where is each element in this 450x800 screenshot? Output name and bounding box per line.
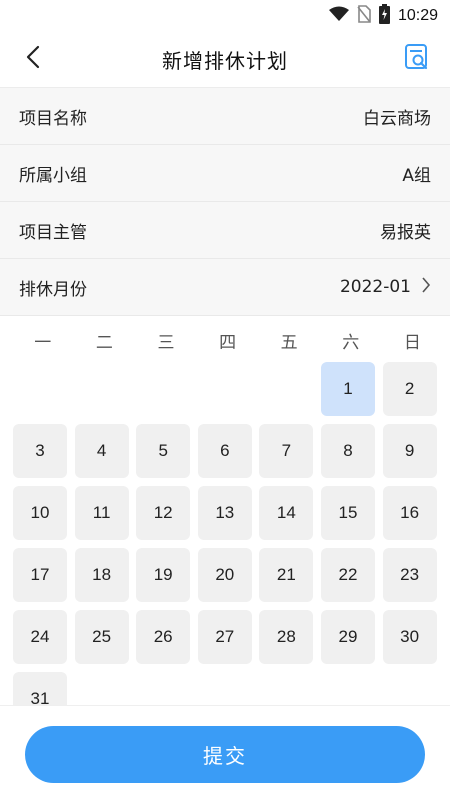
chevron-right-icon	[421, 276, 431, 299]
calendar-day[interactable]: 21	[259, 548, 314, 602]
manager-row[interactable]: 项目主管 易报英	[0, 202, 450, 259]
calendar-day[interactable]: 9	[382, 424, 437, 478]
calendar-day[interactable]: 24	[13, 610, 67, 664]
month-selector[interactable]: 2022-01	[340, 276, 431, 299]
status-bar: 10:29	[0, 0, 450, 32]
calendar-day[interactable]: 5	[136, 424, 191, 478]
calendar-day[interactable]: 2	[382, 362, 437, 416]
calendar-day[interactable]: 7	[259, 424, 314, 478]
search-record-button[interactable]	[402, 43, 432, 75]
back-button[interactable]	[18, 44, 48, 74]
calendar-day[interactable]: 18	[74, 548, 129, 602]
group-label: 所属小组	[19, 165, 87, 186]
calendar-day[interactable]: 6	[197, 424, 252, 478]
manager-label: 项目主管	[19, 222, 87, 243]
calendar-day[interactable]: 29	[321, 610, 375, 664]
wifi-icon	[328, 6, 349, 26]
weekday-label: 五	[280, 332, 298, 353]
calendar-day[interactable]: 8	[321, 424, 375, 478]
page-title: 新增排休计划	[162, 49, 288, 73]
project-name-value: 白云商场	[363, 108, 431, 129]
calendar-day[interactable]: 13	[197, 486, 252, 540]
weekday-label: 一	[34, 332, 52, 353]
no-sim-icon	[357, 5, 371, 27]
calendar-day[interactable]: 10	[13, 486, 67, 540]
submit-button[interactable]: 提交	[25, 726, 425, 783]
month-row[interactable]: 排休月份 2022-01	[0, 259, 450, 316]
calendar-day[interactable]: 3	[13, 424, 67, 478]
calendar-day[interactable]: 14	[259, 486, 314, 540]
calendar-day[interactable]: 25	[74, 610, 129, 664]
calendar-day[interactable]: 15	[321, 486, 375, 540]
project-name-row[interactable]: 项目名称 白云商场	[0, 88, 450, 145]
calendar-day[interactable]: 27	[197, 610, 252, 664]
calendar: 一 二 三 四 五 六 日 1 2 3 4 5 6 7 8 9 10 11 12 13 14 15 16 17 1…	[0, 318, 450, 705]
calendar-day[interactable]: 16	[382, 486, 437, 540]
status-time: 10:29	[397, 7, 438, 24]
month-label: 排休月份	[19, 279, 87, 300]
calendar-day[interactable]: 31	[13, 672, 67, 705]
calendar-day[interactable]: 4	[74, 424, 129, 478]
weekday-label: 四	[219, 332, 237, 353]
calendar-day[interactable]: 23	[382, 548, 437, 602]
weekday-label: 二	[95, 332, 113, 353]
search-document-icon	[404, 43, 430, 75]
calendar-day[interactable]: 1	[321, 362, 375, 416]
app-header: 新增排休计划	[0, 32, 450, 88]
group-row[interactable]: 所属小组 A组	[0, 145, 450, 202]
calendar-day[interactable]: 12	[136, 486, 191, 540]
calendar-day[interactable]: 26	[136, 610, 191, 664]
group-value: A组	[402, 165, 431, 186]
plan-form: 项目名称 白云商场 所属小组 A组 项目主管 易报英 排休月份 2022-01	[0, 88, 450, 316]
back-icon	[25, 45, 41, 73]
calendar-day[interactable]: 19	[136, 548, 191, 602]
month-value: 2022-01	[339, 277, 411, 297]
footer: 提交	[0, 705, 450, 800]
project-name-label: 项目名称	[19, 108, 87, 129]
manager-value: 易报英	[380, 222, 431, 243]
battery-charging-icon	[378, 4, 390, 28]
weekday-label: 日	[403, 332, 421, 353]
calendar-day[interactable]: 30	[382, 610, 437, 664]
weekday-label: 六	[342, 332, 360, 353]
weekday-label: 三	[157, 332, 175, 353]
weekday-header: 一 二 三 四 五 六 日	[0, 318, 450, 362]
calendar-day[interactable]: 17	[13, 548, 67, 602]
calendar-day[interactable]: 28	[259, 610, 314, 664]
calendar-day[interactable]: 20	[197, 548, 252, 602]
calendar-day[interactable]: 22	[321, 548, 375, 602]
calendar-day[interactable]: 11	[74, 486, 129, 540]
